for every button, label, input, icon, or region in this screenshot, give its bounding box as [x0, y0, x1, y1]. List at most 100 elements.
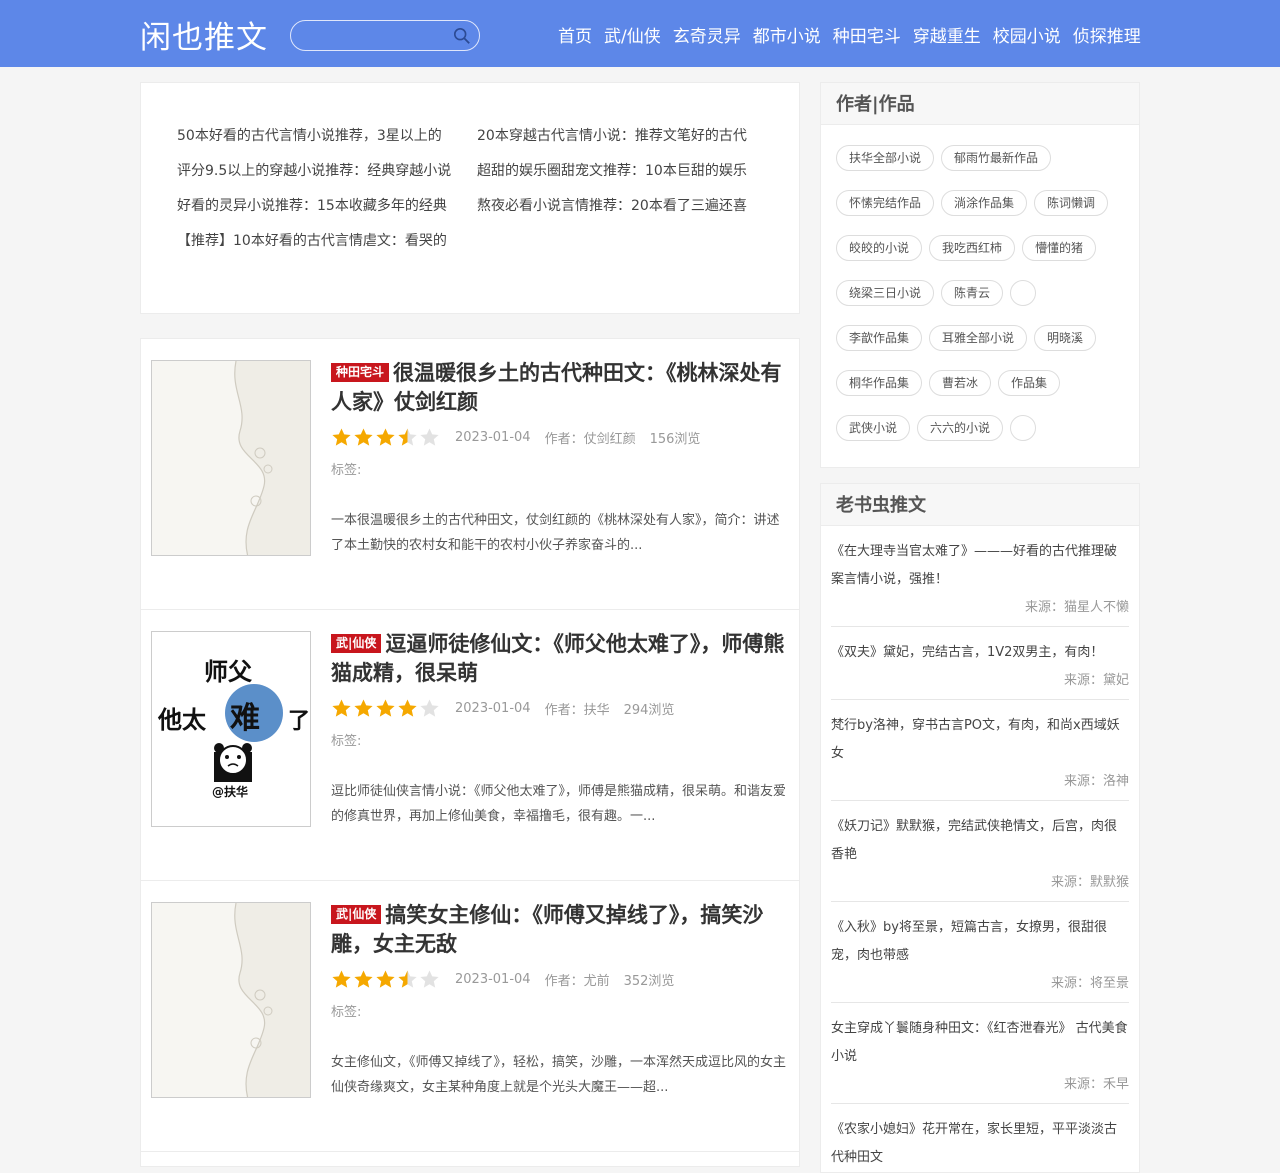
featured-link[interactable]: 【推荐】10本好看的古代言情虐文：看哭的	[177, 232, 467, 250]
featured-link[interactable]: 超甜的娱乐圈甜宠文推荐：10本巨甜的娱乐	[477, 162, 767, 180]
article-title[interactable]: 武|仙侠 逗逼师徒修仙文：《师父他太难了》，师傅熊猫成精，很呆萌	[331, 630, 786, 688]
nav-xuanqi[interactable]: 玄奇灵异	[673, 22, 741, 47]
article-author[interactable]: 作者：仗剑红颜	[545, 428, 636, 447]
article-author[interactable]: 作者：扶华	[545, 699, 610, 718]
author-tag[interactable]: 怀愫完结作品	[836, 190, 935, 216]
featured-link[interactable]: 好看的灵异小说推荐：15本收藏多年的经典	[177, 197, 467, 215]
author-tag[interactable]: 淌涂作品集	[941, 190, 1028, 216]
article-excerpt: 逗比师徒仙侠言情小说：《师父他太难了》，师傅是熊猫成精，很呆萌。和谐友爱的修真世…	[331, 784, 787, 824]
star-icon	[398, 970, 417, 988]
recommendations-widget: 老书虫推文 《在大理寺当官太难了》———好看的古代推理破案言情小说，强推！ 来源…	[820, 483, 1140, 1173]
article-thumbnail[interactable]: 师父 他太 难 了 @扶华	[151, 631, 311, 827]
article-date: 2023-01-04	[455, 700, 531, 716]
article-meta: 2023-01-04 作者：仗剑红颜 156浏览	[331, 425, 786, 449]
featured-link[interactable]: 熬夜必看小说言情推荐：20本看了三遍还喜	[477, 197, 767, 215]
article-title[interactable]: 武|仙侠 搞笑女主修仙：《师傅又掉线了》，搞笑沙雕，女主无敌	[331, 901, 786, 959]
article-views: 156浏览	[649, 431, 701, 447]
star-icon	[332, 428, 351, 446]
article-list: 种田宅斗 很温暖很乡土的古代种田文：《桃林深处有人家》仗剑红颜 2023-01-0…	[140, 338, 800, 1167]
author-tag[interactable]: 六六的小说	[917, 415, 1004, 441]
rec-item: 女主穿成丫鬟随身种田文：《红杏泄春光》 古代美食小说 来源：禾早	[831, 1003, 1129, 1104]
article-tags: 标签:	[331, 1005, 362, 1020]
star-icon	[420, 970, 439, 988]
star-icon	[354, 699, 373, 717]
rec-link[interactable]: 梵行by洛神，穿书古言PO文，有肉，和尚x西域妖女	[831, 712, 1129, 768]
cover-credit: @扶华	[212, 784, 248, 799]
author-tag[interactable]: 陈词懒调	[1034, 190, 1109, 216]
rec-source: 来源：猫星人不懒	[1024, 600, 1129, 615]
star-icon	[332, 970, 351, 988]
rec-link[interactable]: 《妖刀记》默默猴，完结武侠艳情文，后宫，肉很香艳	[831, 813, 1129, 869]
author-tag[interactable]: 陈青云	[941, 280, 1004, 306]
rec-source: 来源：黛妃	[1063, 673, 1129, 688]
rec-link[interactable]: 女主穿成丫鬟随身种田文：《红杏泄春光》 古代美食小说	[831, 1015, 1129, 1071]
article-tags: 标签:	[331, 734, 362, 749]
author-tag[interactable]: 李歆作品集	[836, 325, 923, 351]
author-tag[interactable]: 郁雨竹最新作品	[941, 145, 1052, 171]
rec-item: 《在大理寺当官太难了》———好看的古代推理破案言情小说，强推！ 来源：猫星人不懒	[831, 526, 1129, 627]
rec-item: 《入秋》by将至景，短篇古言，女撩男，很甜很宠，肉也带感 来源：将至景	[831, 902, 1129, 1003]
author-tag[interactable]: 绕梁三日小说	[836, 280, 935, 306]
cover-text: 师父	[204, 657, 253, 686]
main-nav: 首页 武/仙侠 玄奇灵异 都市小说 种田宅斗 穿越重生 校园小说 侦探推理	[558, 22, 1153, 47]
article-excerpt: 一本很温暖很乡土的古代种田文，仗剑红颜的《桃林深处有人家》，简介：讲述了本土勤快…	[331, 513, 780, 553]
nav-chuanyue[interactable]: 穿越重生	[913, 22, 981, 47]
article-item: 师父 他太 难 了 @扶华 武|仙侠 逗逼师徒修仙文：《师父他太难了》，师傅熊猫成…	[141, 610, 799, 881]
author-tag[interactable]: 明晓溪	[1034, 325, 1097, 351]
category-badge[interactable]: 武|仙侠	[331, 634, 382, 653]
star-icon	[354, 970, 373, 988]
widget-title: 作者|作品	[821, 83, 1139, 125]
rec-item: 《农家小媳妇》花开常在，家长里短，平平淡淡古代种田文	[831, 1104, 1129, 1172]
nav-zhongtian[interactable]: 种田宅斗	[833, 22, 901, 47]
author-tag[interactable]: 扶华全部小说	[836, 145, 935, 171]
rec-link[interactable]: 《入秋》by将至景，短篇古言，女撩男，很甜很宠，肉也带感	[831, 914, 1129, 970]
article-author[interactable]: 作者：尤前	[545, 970, 610, 989]
nav-xiaoyuan[interactable]: 校园小说	[993, 22, 1061, 47]
article-thumbnail[interactable]	[151, 902, 311, 1098]
article-item: 种田宅斗 很温暖很乡土的古代种田文：《桃林深处有人家》仗剑红颜 2023-01-0…	[141, 339, 799, 610]
author-tag[interactable]: 作品集	[998, 370, 1061, 396]
category-badge[interactable]: 种田宅斗	[331, 363, 390, 382]
author-tag[interactable]: 懵懂的猪	[1022, 235, 1097, 261]
featured-link[interactable]: 20本穿越古代言情小说：推荐文笔好的古代	[477, 127, 767, 145]
cover-text: 了	[288, 708, 310, 734]
author-tag[interactable]: 耳雅全部小说	[929, 325, 1028, 351]
nav-zhentan[interactable]: 侦探推理	[1073, 22, 1141, 47]
star-icon	[420, 428, 439, 446]
featured-link[interactable]: 评分9.5以上的穿越小说推荐：经典穿越小说	[177, 162, 467, 180]
article-item: 武|仙侠 搞笑女主修仙：《师傅又掉线了》，搞笑沙雕，女主无敌 2023-01-04…	[141, 881, 799, 1152]
site-logo[interactable]: 闲也推文	[140, 12, 268, 57]
author-tag[interactable]	[1010, 280, 1037, 306]
article-title[interactable]: 种田宅斗 很温暖很乡土的古代种田文：《桃林深处有人家》仗剑红颜	[331, 359, 786, 417]
rec-source: 来源：洛神	[1063, 774, 1129, 789]
nav-wuxia[interactable]: 武/仙侠	[604, 22, 661, 47]
placeholder-cover-image	[152, 903, 310, 1097]
article-thumbnail[interactable]	[151, 360, 311, 556]
author-tag-cloud: 扶华全部小说 郁雨竹最新作品 怀愫完结作品 淌涂作品集 陈词懒调 皎皎的小说 我…	[821, 125, 1139, 451]
rec-link[interactable]: 《农家小媳妇》花开常在，家长里短，平平淡淡古代种田文	[831, 1116, 1129, 1172]
author-tag[interactable]: 武侠小说	[836, 415, 911, 441]
article-meta: 2023-01-04 作者：尤前 352浏览	[331, 967, 786, 991]
search-input[interactable]	[290, 20, 480, 51]
placeholder-cover-image	[152, 361, 310, 555]
rec-item: 《双夫》黛妃，完结古言，1V2双男主，有肉！ 来源：黛妃	[831, 627, 1129, 700]
star-icon	[354, 428, 373, 446]
featured-link[interactable]: 50本好看的古代言情小说推荐，3星以上的	[177, 127, 467, 145]
author-tag[interactable]	[1010, 415, 1037, 441]
nav-dushi[interactable]: 都市小说	[753, 22, 821, 47]
cover-image: 师父 他太 难 了 @扶华	[152, 632, 310, 826]
category-badge[interactable]: 武|仙侠	[331, 905, 382, 924]
star-icon	[332, 699, 351, 717]
rec-source: 来源：禾早	[1063, 1077, 1129, 1092]
search-icon[interactable]	[453, 27, 471, 45]
author-tag[interactable]: 曹若冰	[929, 370, 992, 396]
author-tag[interactable]: 我吃西红柿	[929, 235, 1016, 261]
article-date: 2023-01-04	[455, 429, 531, 445]
author-tag[interactable]: 桐华作品集	[836, 370, 923, 396]
rec-link[interactable]: 《双夫》黛妃，完结古言，1V2双男主，有肉！	[831, 639, 1129, 667]
nav-home[interactable]: 首页	[558, 22, 592, 47]
author-tag[interactable]: 皎皎的小说	[836, 235, 923, 261]
rec-item: 梵行by洛神，穿书古言PO文，有肉，和尚x西域妖女 来源：洛神	[831, 700, 1129, 801]
rec-link[interactable]: 《在大理寺当官太难了》———好看的古代推理破案言情小说，强推！	[831, 538, 1129, 594]
rec-source: 来源：将至景	[1050, 976, 1129, 991]
